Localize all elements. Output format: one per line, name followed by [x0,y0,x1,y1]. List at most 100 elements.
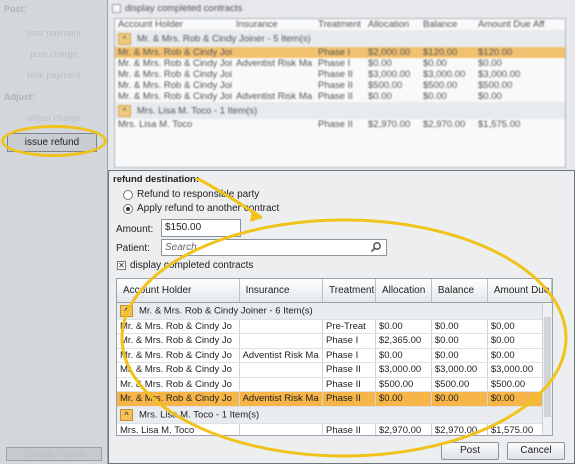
display-completed-row[interactable]: ✕ display completed contracts [117,260,253,271]
magnifier-icon[interactable] [370,241,382,256]
table-cell: Mr. & Mrs. Rob & Cindy Joi [118,58,233,69]
patient-search-input[interactable]: Search [161,239,387,256]
dialog-title: refund destination: [113,174,200,185]
top-col-header[interactable]: Insurance [233,19,315,30]
refund-responsible-option[interactable]: Refund to responsible party [123,189,259,200]
table-row[interactable]: Mr. & Mrs. Rob & Cindy Jo Adventist Risk … [117,391,552,407]
table-cell: Mr. & Mrs. Rob & Cindy Joi [118,80,233,91]
group-row[interactable]: ^ Mrs. Lisa M. Toco - 1 Item(s) [117,406,552,424]
table-row[interactable]: Mr. & Mrs. Rob & Cindy Jo Adventist Risk … [117,348,552,363]
group-title: Mr. & Mrs. Rob & Cindy Joiner - 5 Item(s… [137,33,311,45]
display-completed-checkbox[interactable]: ✕ [117,261,126,270]
dlg-col-header[interactable]: Insurance [239,279,324,303]
table-row[interactable]: Mr. & Mrs. Rob & Cindy Jo Phase II $500.00… [117,377,552,392]
table-cell [239,362,324,378]
table-cell: $0.00 [431,391,488,407]
table-cell: $500.00 [375,377,432,392]
table-cell: Mr. & Mrs. Rob & Cindy Joi [118,91,233,102]
top-col-header[interactable]: Account Holder [115,19,233,30]
dlg-col-header[interactable]: Amount Due [487,279,552,303]
table-cell: $0.00 [368,91,392,102]
table-cell: Pre-Treat [322,319,376,334]
table-row[interactable]: Mr. & Mrs. Rob & Cindy Jo Pre-Treat $0.00 $… [117,319,552,334]
table-cell: Phase II [322,391,376,407]
top-col-header[interactable]: Balance [420,19,475,30]
table-cell: $0.00 [375,391,432,407]
dlg-col-header[interactable]: Account Holder [117,279,240,303]
issue-refund-button[interactable]: issue refund [7,133,97,152]
table-row[interactable]: Mrs. Lisa M. Toco Phase II $2,970.00 $2,970… [115,119,565,130]
dlg-col-header[interactable]: Balance [431,279,488,303]
table-cell: $2,970.00 [375,423,432,435]
table-cell [530,119,565,130]
table-cell: $3,000.00 [375,362,432,378]
top-col-header[interactable]: Aff [530,19,565,30]
table-row[interactable]: Mr. & Mrs. Rob & Cindy Joi Adventist Risk… [115,91,565,102]
table-cell: $2,970.00 [423,119,466,130]
table-cell [233,119,315,130]
table-cell: Phase II [322,423,376,435]
show-completed-label: display completed contracts [125,3,243,14]
contracts-grid: Account Holder Insurance Treatment Allocati… [114,18,566,168]
cancel-button[interactable]: Cancel [507,442,565,460]
dlg-col-header[interactable]: Allocation [375,279,432,303]
table-row[interactable]: Mr. & Mrs. Rob & Cindy Jo Phase I $2,365.0… [117,333,552,349]
table-row[interactable]: Mr. & Mrs. Rob & Cindy Joi Adventist Risk… [115,58,565,69]
post-payment-button[interactable]: post payment [10,25,98,42]
post-charge-button[interactable]: post charge [10,46,98,63]
table-row[interactable]: Mr. & Mrs. Rob & Cindy Jo Phase II $3,000.… [117,362,552,378]
top-col-header[interactable]: Treatment [315,19,365,30]
apply-other-contract-option[interactable]: Apply refund to another contract [123,203,279,214]
top-col-header[interactable]: Amount Due [475,19,530,30]
table-cell: Phase II [318,80,353,91]
amount-input[interactable]: $150.00 [161,219,241,237]
post-button[interactable]: Post [441,442,499,460]
bulk-payment-button[interactable]: bulk payment [10,67,98,84]
adjust-charge-button[interactable]: adjust charge [10,110,98,127]
scroll-thumb[interactable] [544,317,551,417]
table-cell: Adventist Risk Ma [236,58,313,69]
table-row[interactable]: Mrs. Lisa M. Toco Phase II $2,970.00 $2,970… [117,423,552,435]
table-cell [530,58,565,69]
group-row[interactable]: ^ Mrs. Lisa M. Toco - 1 Item(s) [115,102,565,119]
apply-other-contract-label: Apply refund to another contract [137,203,280,214]
table-cell: $500.00 [423,80,458,91]
table-cell: Mrs. Lisa M. Toco [117,423,240,435]
table-cell [530,80,565,91]
group-row[interactable]: ^ Mr. & Mrs. Rob & Cindy Joiner - 5 Item(… [115,30,565,47]
caret-up-icon[interactable]: ^ [120,408,133,421]
table-row[interactable]: Mr. & Mrs. Rob & Cindy Joi Phase II $3,000… [115,69,565,80]
table-scrollbar[interactable] [542,303,552,435]
table-cell: $0.00 [423,91,447,102]
table-cell: Mr. & Mrs. Rob & Cindy Jo [117,377,240,392]
dlg-col-header[interactable]: Treatment [322,279,376,303]
top-col-header[interactable]: Allocation [365,19,420,30]
table-cell: $0.00 [375,319,432,334]
table-row[interactable]: Mr. & Mrs. Rob & Cindy Joi Phase II $500.0… [115,80,565,91]
table-cell [239,319,324,334]
change-patient-button[interactable]: Change Patient [6,447,102,461]
group-row[interactable]: ^ Mr. & Mrs. Rob & Cindy Joiner - 6 Item(… [117,302,552,320]
caret-up-icon[interactable]: ^ [118,104,131,117]
table-cell: Adventist Risk Ma [239,391,324,407]
table-cell: Adventist Risk Ma [239,348,324,363]
table-cell: Phase I [318,58,351,69]
table-cell: Phase II [318,69,353,80]
apply-other-contract-radio[interactable] [123,203,133,214]
table-row[interactable]: Mr. & Mrs. Rob & Cindy Joi Phase I $2,000.… [115,47,565,58]
table-cell: $1,575.00 [478,119,521,130]
refund-responsible-radio[interactable] [123,189,133,200]
show-completed-checkbox[interactable] [112,4,121,13]
table-cell: Mr. & Mrs. Rob & Cindy Jo [117,362,240,378]
adjust-heading: Adjust: [4,92,35,102]
table-cell: $2,365.00 [375,333,432,349]
table-cell: Phase I [322,348,376,363]
table-cell: $500.00 [478,80,513,91]
caret-up-icon[interactable]: ^ [118,32,131,45]
table-cell: Mr. & Mrs. Rob & Cindy Joi [118,69,233,80]
table-cell: $3,000.00 [423,69,466,80]
table-cell: Phase II [318,119,353,130]
table-cell: $3,000.00 [478,69,521,80]
table-cell: $0.00 [478,91,502,102]
caret-up-icon[interactable]: ^ [120,304,133,317]
